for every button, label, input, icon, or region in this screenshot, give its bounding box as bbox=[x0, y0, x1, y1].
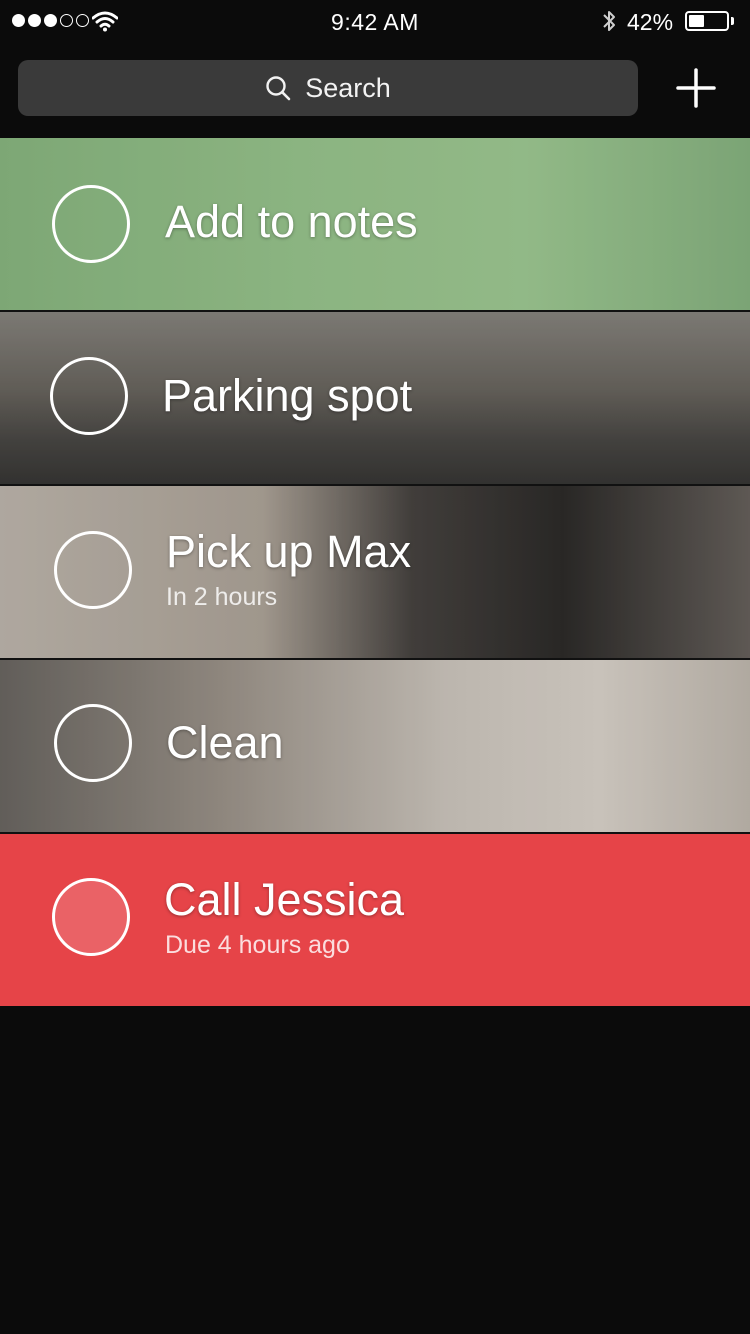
task-row-overdue[interactable]: Call Jessica Due 4 hours ago bbox=[0, 834, 750, 1006]
task-title: Pick up Max bbox=[166, 526, 412, 577]
complete-checkbox[interactable] bbox=[52, 878, 130, 956]
task-subtitle: In 2 hours bbox=[166, 583, 278, 611]
battery-percent: 42% bbox=[627, 9, 674, 35]
task-title: Add to notes bbox=[165, 196, 418, 247]
bluetooth-icon bbox=[603, 11, 615, 31]
search-icon bbox=[266, 76, 291, 101]
task-row[interactable]: Clean bbox=[0, 660, 750, 832]
battery-tip bbox=[731, 17, 734, 25]
task-row[interactable]: Pick up Max In 2 hours bbox=[0, 486, 750, 658]
battery-icon bbox=[685, 11, 729, 31]
complete-checkbox[interactable] bbox=[54, 704, 132, 782]
complete-checkbox[interactable] bbox=[50, 357, 128, 435]
status-bar: 9:42 AM 42% bbox=[0, 0, 750, 44]
search-bar[interactable]: Search bbox=[18, 60, 638, 116]
search-label: Search bbox=[305, 72, 391, 103]
plus-icon[interactable] bbox=[672, 64, 720, 112]
task-title: Parking spot bbox=[162, 370, 413, 421]
task-row[interactable]: Parking spot bbox=[0, 312, 750, 484]
task-title: Clean bbox=[166, 717, 284, 768]
complete-checkbox[interactable] bbox=[54, 531, 132, 609]
task-title: Call Jessica bbox=[164, 874, 405, 925]
complete-checkbox[interactable] bbox=[52, 185, 130, 263]
task-row[interactable]: Add to notes bbox=[0, 138, 750, 310]
task-subtitle: Due 4 hours ago bbox=[165, 931, 350, 959]
